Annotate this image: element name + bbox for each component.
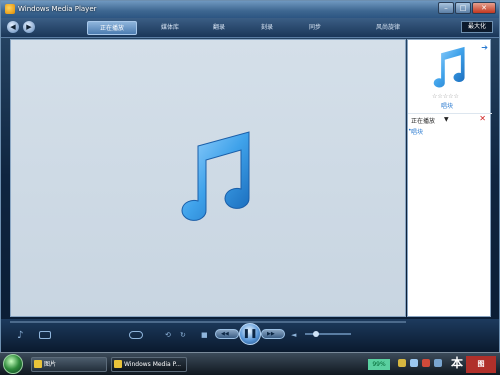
taskbar-item-label: 图片 bbox=[44, 361, 57, 368]
tab-library[interactable]: 媒体库 bbox=[151, 21, 189, 35]
tab-burn[interactable]: 刻录 bbox=[253, 21, 281, 35]
watermark-logo: 图 bbox=[466, 356, 496, 373]
tray-volume-icon[interactable] bbox=[434, 359, 442, 367]
taskbar-item-pictures[interactable]: 图片 bbox=[31, 357, 107, 372]
tray-shield-icon[interactable] bbox=[398, 359, 406, 367]
volume-knob[interactable] bbox=[313, 331, 319, 337]
mute-icon[interactable]: ◄ bbox=[291, 331, 296, 339]
music-note-icon bbox=[181, 131, 250, 221]
tab-urge[interactable]: 风尚旋律 bbox=[367, 21, 409, 35]
expand-arrow-icon[interactable]: ➔ bbox=[481, 43, 488, 52]
wmp-window: Windows Media Player – □ ✕ ◀ ▶ 正在播放 媒体库 … bbox=[0, 0, 500, 352]
folder-icon bbox=[34, 360, 42, 368]
stop-icon[interactable]: ■ bbox=[201, 331, 208, 339]
forward-button[interactable]: ▶ bbox=[23, 21, 35, 33]
previous-icon: ◀◀ bbox=[221, 331, 229, 337]
navbar: ◀ ▶ 正在播放 媒体库 翻录 刻录 同步 风尚旋律 最大化 bbox=[1, 18, 499, 38]
transport-controls: ♪ ⟲ ↻ ■ ◀◀ ❚❚ ▶▶ ◄ bbox=[1, 319, 499, 352]
wmp-taskbar-icon bbox=[114, 360, 122, 368]
tray-alert-icon[interactable] bbox=[422, 359, 430, 367]
tab-now-playing[interactable]: 正在播放 bbox=[87, 21, 137, 35]
play-pause-button[interactable]: ❚❚ bbox=[239, 323, 261, 345]
layout-icon[interactable] bbox=[39, 331, 51, 339]
seek-bar[interactable] bbox=[10, 321, 406, 323]
back-button[interactable]: ◀ bbox=[7, 21, 19, 33]
taskbar-item-wmp[interactable]: Windows Media P... bbox=[111, 357, 187, 372]
minimize-button[interactable]: – bbox=[438, 2, 454, 14]
titlebar[interactable]: Windows Media Player – □ ✕ bbox=[1, 1, 499, 18]
album-title[interactable]: 唱块 bbox=[441, 101, 453, 110]
rating-stars[interactable]: ☆☆☆☆☆ bbox=[432, 93, 459, 100]
maximize-button[interactable]: □ bbox=[455, 2, 471, 14]
wmp-app-icon bbox=[5, 4, 15, 14]
volume-slider[interactable] bbox=[305, 333, 351, 335]
repeat-icon[interactable]: ↻ bbox=[180, 331, 186, 339]
window-title: Windows Media Player bbox=[18, 5, 97, 13]
playlist-item[interactable]: 唱块 bbox=[411, 127, 423, 136]
watermark-logo-char: 本 bbox=[451, 356, 464, 370]
tab-rip[interactable]: 翻录 bbox=[205, 21, 233, 35]
now-playing-label: 正在播放 bbox=[411, 118, 436, 125]
tray-indicator[interactable]: 99% bbox=[368, 359, 390, 370]
now-playing-panel: ➔ ☆☆☆☆☆ 唱块 正在播放 ▼ ✕ • 唱块 bbox=[407, 39, 492, 317]
tab-sync[interactable]: 同步 bbox=[301, 21, 329, 35]
shuffle-toggle-icon[interactable] bbox=[129, 331, 143, 339]
close-button[interactable]: ✕ bbox=[472, 2, 496, 14]
next-icon: ▶▶ bbox=[267, 331, 275, 337]
album-art-icon bbox=[433, 46, 465, 88]
visualization-area[interactable] bbox=[10, 39, 406, 317]
music-note-small-icon[interactable]: ♪ bbox=[17, 330, 23, 341]
window-controls: – □ ✕ bbox=[438, 2, 496, 14]
taskbar: 图片 Windows Media P... 99% bbox=[0, 352, 500, 375]
shuffle-icon[interactable]: ⟲ bbox=[165, 331, 171, 339]
chevron-down-icon[interactable]: ▼ bbox=[444, 116, 449, 123]
tray-network-icon[interactable] bbox=[410, 359, 418, 367]
start-orb-icon[interactable] bbox=[3, 354, 23, 374]
maximize-tooltip: 最大化 bbox=[461, 21, 493, 33]
taskbar-item-label: Windows Media P... bbox=[124, 361, 182, 368]
clear-list-icon[interactable]: ✕ bbox=[479, 114, 486, 123]
